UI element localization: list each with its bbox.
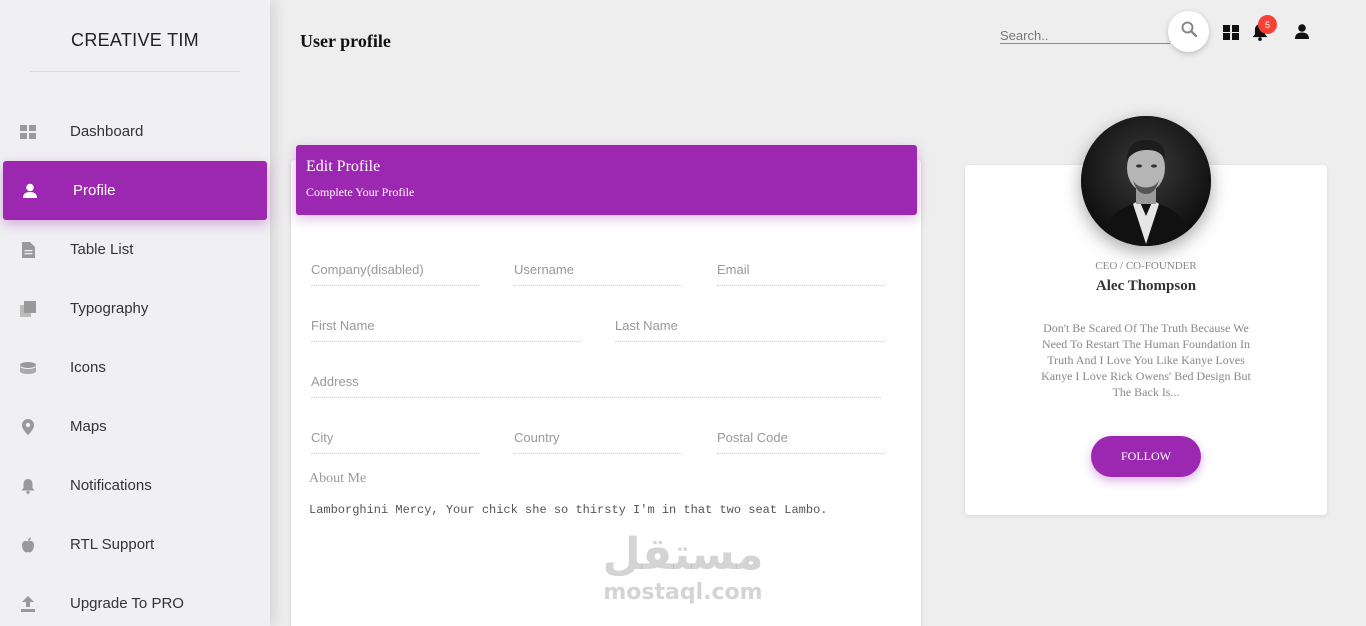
watermark: مستقل mostaql.com	[598, 529, 768, 606]
follow-button[interactable]: FOLLOW	[1091, 436, 1201, 477]
profile-name: Alec Thompson	[1095, 278, 1197, 294]
brand-divider	[30, 71, 240, 72]
postal-code-field[interactable]	[717, 424, 885, 454]
sidebar-item-label: Table List	[70, 241, 134, 258]
company-field[interactable]	[311, 256, 479, 286]
watermark-latin-text: mostaql.com	[603, 580, 763, 605]
dashboard-icon	[20, 124, 36, 140]
apple-icon	[20, 537, 36, 553]
profile-role: CEO / CO-FOUNDER	[1095, 260, 1197, 272]
edit-profile-header: Edit Profile Complete Your Profile	[296, 145, 917, 215]
sidebar-item-profile[interactable]: Profile	[0, 161, 270, 220]
city-field[interactable]	[311, 424, 479, 454]
dashboard-button[interactable]	[1222, 24, 1240, 45]
sidebar-item-table-list[interactable]: Table List	[0, 220, 270, 279]
email-input[interactable]	[717, 256, 885, 277]
page-title: User profile	[300, 31, 391, 51]
sidebar-item-label: Upgrade To PRO	[70, 595, 184, 612]
sidebar-item-typography[interactable]: Typography	[0, 279, 270, 338]
sidebar-item-label: Dashboard	[70, 123, 144, 140]
first-name-input[interactable]	[311, 312, 581, 333]
address-field[interactable]	[311, 368, 881, 398]
profile-bio: Don't Be Scared Of The Truth Because We …	[1041, 321, 1251, 399]
search-button[interactable]	[1168, 11, 1209, 52]
sidebar-item-label: RTL Support	[70, 536, 155, 553]
dashboard-icon	[1223, 24, 1239, 45]
account-button[interactable]	[1293, 23, 1311, 45]
sidebar-item-label: Maps	[70, 418, 107, 435]
first-name-field[interactable]	[311, 312, 581, 342]
sidebar-item-label: Profile	[73, 182, 116, 199]
sidebar: CREATIVE TIM Dashboard Profile Table Lis…	[0, 0, 270, 626]
country-field[interactable]	[514, 424, 682, 454]
card-subtitle: Complete Your Profile	[306, 185, 415, 199]
search-input[interactable]	[1000, 26, 1165, 43]
library-books-icon	[20, 300, 36, 317]
username-input[interactable]	[514, 256, 682, 277]
document-icon	[20, 241, 36, 258]
sidebar-nav: Dashboard Profile Table List Typography	[0, 102, 270, 626]
search-icon	[1181, 21, 1197, 42]
card-title: Edit Profile	[306, 158, 381, 175]
email-field[interactable]	[717, 256, 885, 286]
sidebar-item-notifications[interactable]: Notifications	[0, 456, 270, 515]
country-input[interactable]	[514, 424, 682, 445]
sidebar-item-maps[interactable]: Maps	[0, 397, 270, 456]
sidebar-item-label: Typography	[70, 300, 149, 317]
notification-count-badge: 5	[1258, 15, 1277, 34]
brand-logo[interactable]: CREATIVE TIM	[0, 30, 270, 51]
bell-icon	[20, 478, 36, 494]
location-pin-icon	[20, 418, 36, 435]
person-icon	[1294, 23, 1310, 45]
last-name-input[interactable]	[615, 312, 885, 333]
sidebar-item-label: Icons	[70, 359, 106, 376]
city-input[interactable]	[311, 424, 479, 445]
layers-icon	[20, 360, 36, 376]
company-input[interactable]	[311, 256, 479, 277]
last-name-field[interactable]	[615, 312, 885, 342]
watermark-arabic-text: مستقل	[602, 529, 764, 580]
person-icon	[22, 183, 38, 199]
address-input[interactable]	[311, 368, 881, 389]
username-field[interactable]	[514, 256, 682, 286]
active-item-background	[3, 161, 267, 220]
about-me-label: About Me	[309, 471, 367, 486]
sidebar-item-dashboard[interactable]: Dashboard	[0, 102, 270, 161]
sidebar-item-rtl-support[interactable]: RTL Support	[0, 515, 270, 574]
search-field[interactable]	[1000, 26, 1170, 44]
postal-code-input[interactable]	[717, 424, 885, 445]
sidebar-item-icons[interactable]: Icons	[0, 338, 270, 397]
sidebar-item-upgrade-to-pro[interactable]: Upgrade To PRO	[0, 574, 270, 626]
avatar[interactable]	[1081, 116, 1211, 246]
sidebar-item-label: Notifications	[70, 477, 152, 494]
upload-icon	[20, 595, 36, 612]
